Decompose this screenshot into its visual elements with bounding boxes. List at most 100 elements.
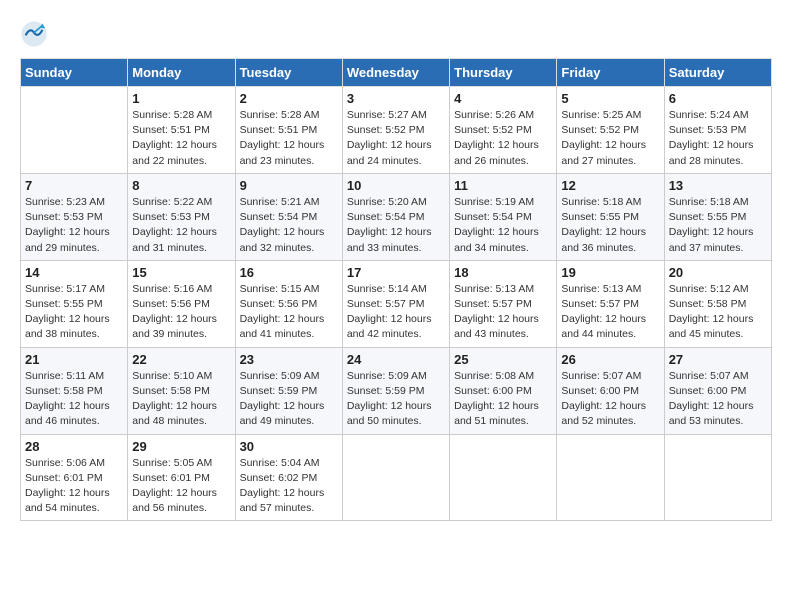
calendar-week-row: 1 Sunrise: 5:28 AMSunset: 5:51 PMDaylight… xyxy=(21,87,772,174)
calendar-day-7: 7 Sunrise: 5:23 AMSunset: 5:53 PMDaylight… xyxy=(21,173,128,260)
day-info: Sunrise: 5:11 AMSunset: 5:58 PMDaylight:… xyxy=(25,369,123,430)
calendar-day-11: 11 Sunrise: 5:19 AMSunset: 5:54 PMDayligh… xyxy=(450,173,557,260)
day-info: Sunrise: 5:08 AMSunset: 6:00 PMDaylight:… xyxy=(454,369,552,430)
day-info: Sunrise: 5:24 AMSunset: 5:53 PMDaylight:… xyxy=(669,108,767,169)
day-number: 17 xyxy=(347,265,445,280)
calendar-week-row: 28 Sunrise: 5:06 AMSunset: 6:01 PMDayligh… xyxy=(21,434,772,521)
day-info: Sunrise: 5:09 AMSunset: 5:59 PMDaylight:… xyxy=(240,369,338,430)
calendar-day-19: 19 Sunrise: 5:13 AMSunset: 5:57 PMDayligh… xyxy=(557,260,664,347)
calendar-day-empty xyxy=(557,434,664,521)
calendar-day-22: 22 Sunrise: 5:10 AMSunset: 5:58 PMDayligh… xyxy=(128,347,235,434)
calendar-day-17: 17 Sunrise: 5:14 AMSunset: 5:57 PMDayligh… xyxy=(342,260,449,347)
day-number: 28 xyxy=(25,439,123,454)
day-info: Sunrise: 5:28 AMSunset: 5:51 PMDaylight:… xyxy=(240,108,338,169)
day-number: 6 xyxy=(669,91,767,106)
weekday-header-monday: Monday xyxy=(128,59,235,87)
calendar-table: SundayMondayTuesdayWednesdayThursdayFrid… xyxy=(20,58,772,521)
day-number: 15 xyxy=(132,265,230,280)
weekday-header-sunday: Sunday xyxy=(21,59,128,87)
calendar-day-28: 28 Sunrise: 5:06 AMSunset: 6:01 PMDayligh… xyxy=(21,434,128,521)
day-number: 1 xyxy=(132,91,230,106)
page-header xyxy=(20,20,772,48)
day-number: 12 xyxy=(561,178,659,193)
logo xyxy=(20,20,50,48)
day-number: 26 xyxy=(561,352,659,367)
day-info: Sunrise: 5:25 AMSunset: 5:52 PMDaylight:… xyxy=(561,108,659,169)
day-info: Sunrise: 5:06 AMSunset: 6:01 PMDaylight:… xyxy=(25,456,123,517)
day-info: Sunrise: 5:22 AMSunset: 5:53 PMDaylight:… xyxy=(132,195,230,256)
day-number: 24 xyxy=(347,352,445,367)
calendar-day-empty xyxy=(342,434,449,521)
calendar-week-row: 7 Sunrise: 5:23 AMSunset: 5:53 PMDaylight… xyxy=(21,173,772,260)
calendar-day-empty xyxy=(664,434,771,521)
day-number: 16 xyxy=(240,265,338,280)
day-info: Sunrise: 5:14 AMSunset: 5:57 PMDaylight:… xyxy=(347,282,445,343)
day-number: 8 xyxy=(132,178,230,193)
weekday-header-thursday: Thursday xyxy=(450,59,557,87)
day-info: Sunrise: 5:15 AMSunset: 5:56 PMDaylight:… xyxy=(240,282,338,343)
calendar-day-12: 12 Sunrise: 5:18 AMSunset: 5:55 PMDayligh… xyxy=(557,173,664,260)
calendar-day-26: 26Sunrise: 5:07 AMSunset: 6:00 PMDayligh… xyxy=(557,347,664,434)
calendar-day-18: 18Sunrise: 5:13 AMSunset: 5:57 PMDayligh… xyxy=(450,260,557,347)
day-number: 20 xyxy=(669,265,767,280)
day-info: Sunrise: 5:26 AMSunset: 5:52 PMDaylight:… xyxy=(454,108,552,169)
day-number: 13 xyxy=(669,178,767,193)
calendar-day-25: 25 Sunrise: 5:08 AMSunset: 6:00 PMDayligh… xyxy=(450,347,557,434)
day-number: 21 xyxy=(25,352,123,367)
day-number: 27 xyxy=(669,352,767,367)
calendar-day-1: 1 Sunrise: 5:28 AMSunset: 5:51 PMDaylight… xyxy=(128,87,235,174)
day-number: 5 xyxy=(561,91,659,106)
day-info: Sunrise: 5:18 AMSunset: 5:55 PMDaylight:… xyxy=(669,195,767,256)
day-info: Sunrise: 5:19 AMSunset: 5:54 PMDaylight:… xyxy=(454,195,552,256)
day-info: Sunrise: 5:07 AMSunset: 6:00 PMDaylight:… xyxy=(669,369,767,430)
day-number: 7 xyxy=(25,178,123,193)
day-number: 11 xyxy=(454,178,552,193)
day-info: Sunrise: 5:10 AMSunset: 5:58 PMDaylight:… xyxy=(132,369,230,430)
weekday-header-tuesday: Tuesday xyxy=(235,59,342,87)
calendar-day-13: 13 Sunrise: 5:18 AMSunset: 5:55 PMDayligh… xyxy=(664,173,771,260)
day-number: 10 xyxy=(347,178,445,193)
calendar-day-2: 2 Sunrise: 5:28 AMSunset: 5:51 PMDaylight… xyxy=(235,87,342,174)
calendar-day-8: 8 Sunrise: 5:22 AMSunset: 5:53 PMDaylight… xyxy=(128,173,235,260)
day-number: 25 xyxy=(454,352,552,367)
calendar-day-16: 16 Sunrise: 5:15 AMSunset: 5:56 PMDayligh… xyxy=(235,260,342,347)
day-number: 14 xyxy=(25,265,123,280)
calendar-week-row: 21 Sunrise: 5:11 AMSunset: 5:58 PMDayligh… xyxy=(21,347,772,434)
day-number: 19 xyxy=(561,265,659,280)
calendar-day-empty xyxy=(21,87,128,174)
weekday-header-row: SundayMondayTuesdayWednesdayThursdayFrid… xyxy=(21,59,772,87)
calendar-day-15: 15 Sunrise: 5:16 AMSunset: 5:56 PMDayligh… xyxy=(128,260,235,347)
calendar-day-23: 23 Sunrise: 5:09 AMSunset: 5:59 PMDayligh… xyxy=(235,347,342,434)
day-info: Sunrise: 5:27 AMSunset: 5:52 PMDaylight:… xyxy=(347,108,445,169)
day-number: 2 xyxy=(240,91,338,106)
calendar-day-empty xyxy=(450,434,557,521)
day-info: Sunrise: 5:16 AMSunset: 5:56 PMDaylight:… xyxy=(132,282,230,343)
logo-icon xyxy=(20,20,48,48)
weekday-header-saturday: Saturday xyxy=(664,59,771,87)
calendar-day-6: 6 Sunrise: 5:24 AMSunset: 5:53 PMDaylight… xyxy=(664,87,771,174)
calendar-day-29: 29Sunrise: 5:05 AMSunset: 6:01 PMDayligh… xyxy=(128,434,235,521)
calendar-day-21: 21 Sunrise: 5:11 AMSunset: 5:58 PMDayligh… xyxy=(21,347,128,434)
day-number: 30 xyxy=(240,439,338,454)
day-number: 29 xyxy=(132,439,230,454)
day-info: Sunrise: 5:17 AMSunset: 5:55 PMDaylight:… xyxy=(25,282,123,343)
day-number: 3 xyxy=(347,91,445,106)
day-info: Sunrise: 5:12 AMSunset: 5:58 PMDaylight:… xyxy=(669,282,767,343)
calendar-day-10: 10 Sunrise: 5:20 AMSunset: 5:54 PMDayligh… xyxy=(342,173,449,260)
weekday-header-friday: Friday xyxy=(557,59,664,87)
calendar-day-4: 4Sunrise: 5:26 AMSunset: 5:52 PMDaylight… xyxy=(450,87,557,174)
weekday-header-wednesday: Wednesday xyxy=(342,59,449,87)
day-info: Sunrise: 5:21 AMSunset: 5:54 PMDaylight:… xyxy=(240,195,338,256)
day-info: Sunrise: 5:13 AMSunset: 5:57 PMDaylight:… xyxy=(561,282,659,343)
day-info: Sunrise: 5:18 AMSunset: 5:55 PMDaylight:… xyxy=(561,195,659,256)
calendar-day-3: 3 Sunrise: 5:27 AMSunset: 5:52 PMDaylight… xyxy=(342,87,449,174)
day-info: Sunrise: 5:20 AMSunset: 5:54 PMDaylight:… xyxy=(347,195,445,256)
day-number: 23 xyxy=(240,352,338,367)
day-number: 22 xyxy=(132,352,230,367)
calendar-day-27: 27 Sunrise: 5:07 AMSunset: 6:00 PMDayligh… xyxy=(664,347,771,434)
day-info: Sunrise: 5:28 AMSunset: 5:51 PMDaylight:… xyxy=(132,108,230,169)
calendar-day-9: 9Sunrise: 5:21 AMSunset: 5:54 PMDaylight… xyxy=(235,173,342,260)
day-info: Sunrise: 5:23 AMSunset: 5:53 PMDaylight:… xyxy=(25,195,123,256)
day-info: Sunrise: 5:04 AMSunset: 6:02 PMDaylight:… xyxy=(240,456,338,517)
calendar-day-5: 5 Sunrise: 5:25 AMSunset: 5:52 PMDaylight… xyxy=(557,87,664,174)
